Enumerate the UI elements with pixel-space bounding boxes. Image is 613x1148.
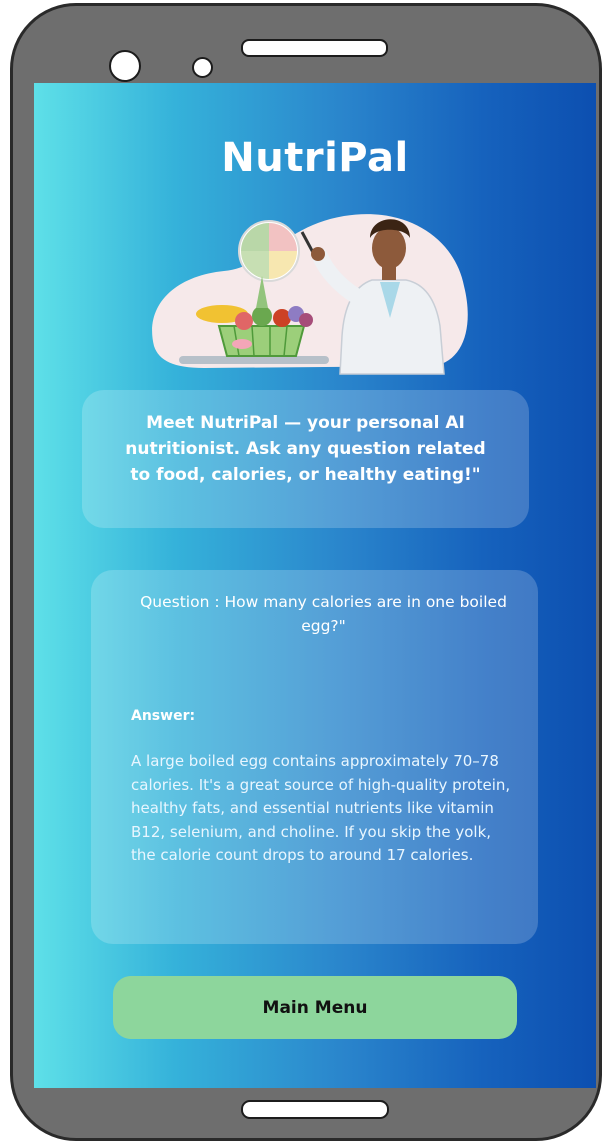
front-camera-icon xyxy=(109,50,141,82)
intro-text: Meet NutriPal — your personal AI nutriti… xyxy=(125,413,486,485)
main-menu-button[interactable]: Main Menu xyxy=(113,976,517,1039)
nutritionist-illustration-icon xyxy=(152,214,468,375)
speaker-grille xyxy=(241,39,388,57)
answer-text: A large boiled egg contains approximatel… xyxy=(131,752,511,864)
app-screen: NutriPal Meet NutriPal — your personal A… xyxy=(34,83,596,1088)
qa-card: Question : How many calories are in one … xyxy=(91,570,538,944)
home-indicator[interactable] xyxy=(241,1100,389,1119)
question-text: Question : How many calories are in one … xyxy=(140,593,507,635)
answer-label: Answer: xyxy=(131,708,196,724)
sensor-icon xyxy=(192,57,213,78)
app-title: NutriPal xyxy=(221,135,409,181)
intro-card: Meet NutriPal — your personal AI nutriti… xyxy=(82,390,529,528)
